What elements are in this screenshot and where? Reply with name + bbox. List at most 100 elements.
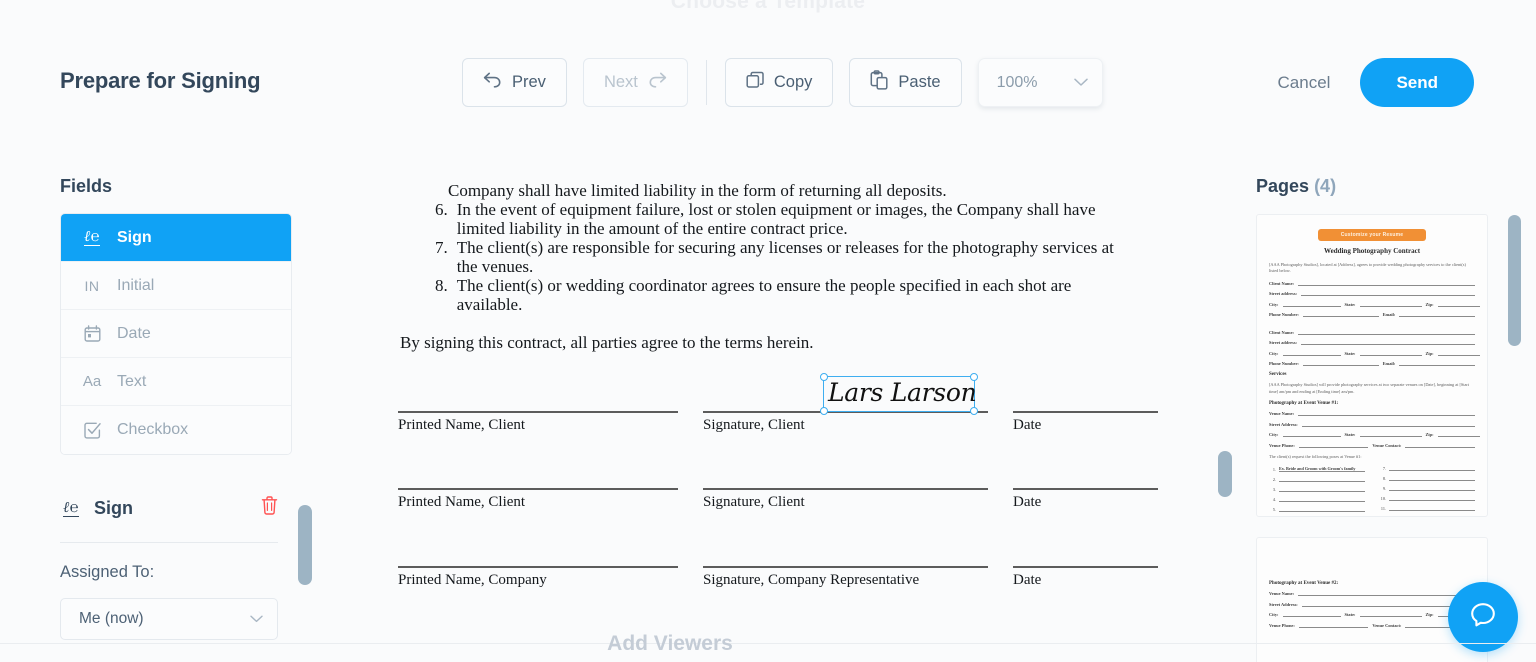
page-thumbnail-1[interactable]: Customize your Resume Wedding Photograph… [1256,214,1488,517]
thumb-field-rule [1301,425,1475,427]
field-item-text[interactable]: Aa Text [61,358,291,406]
thumb-venue-heading: Photography at Event Venue #1: [1269,401,1339,407]
paste-button[interactable]: Paste [849,58,962,107]
thumb-poses-grid: 1. Ex. Bride and Groom with Groom's famil… [1269,466,1475,516]
pose-number: 1. [1272,467,1276,473]
pose-number: 2. [1272,477,1276,483]
next-button[interactable]: Next [582,58,688,107]
resize-handle-top-right[interactable] [970,373,978,381]
pose-row: 9. [1379,486,1475,492]
thumb-field-label: State: [1344,350,1356,356]
thumb-field-label: Venue Phone: [1269,622,1295,628]
signature-rule [398,566,678,568]
pose-number: 4. [1272,497,1276,503]
paste-icon [870,70,889,95]
thumb-field-label: City: [1269,432,1279,438]
date-caption: Date [1013,572,1042,588]
divider [60,542,278,543]
signature-rule [1013,566,1158,568]
thumb-field-rule [1298,415,1475,417]
thumb-field-row: City: State: Zip: [1269,301,1480,307]
next-label: Next [603,73,638,91]
thumb2-venue-heading: Photography at Event Venue #2: [1269,581,1339,586]
thumb-field-label: Zip: [1425,432,1434,438]
thumb-field-label: State: [1344,301,1356,307]
thumb-field-rule [1302,365,1379,367]
placed-signature-field[interactable]: Lars Larson [820,373,978,415]
resize-handle-bottom-left[interactable] [820,407,828,415]
pose-number: 11. [1380,506,1386,512]
signature-caption: Signature, Client [703,417,805,433]
resize-handle-top-left[interactable] [820,373,828,381]
fields-panel: Fields ℓ℮ Sign IN Initial Date Aa Text C… [60,176,292,455]
thumb-field-label: City: [1269,612,1279,617]
cancel-button[interactable]: Cancel [1274,67,1335,99]
chat-bubble-icon [1466,598,1500,637]
field-item-sign[interactable]: ℓ℮ Sign [61,214,291,262]
trash-icon[interactable] [261,496,278,520]
signature-cell: Signature, Client [703,488,988,511]
prev-button[interactable]: Prev [462,58,567,107]
field-item-label: Date [117,324,151,342]
fields-panel-scrollbar[interactable] [298,505,312,585]
field-item-label: Text [117,372,147,390]
term-number: 6. [435,200,448,219]
signature-caption: Signature, Client [703,494,805,510]
field-item-initial[interactable]: IN Initial [61,262,291,310]
toolbar-right-group: Cancel Send [1274,58,1474,107]
thumb-field-label: Street Address: [1269,601,1298,607]
help-chat-button[interactable] [1448,582,1518,652]
thumb-field-row: Phone Number: Email: [1269,361,1476,367]
thumb-field-label: State: [1344,612,1356,617]
pose-number: 10. [1380,496,1386,502]
printed-name-cell: Printed Name, Company [398,566,678,589]
thumb-field-row: Venue Name: [1269,591,1475,596]
zoom-level-select[interactable]: 100% [977,58,1103,107]
document-scrollbar[interactable] [1218,451,1232,497]
send-button[interactable]: Send [1360,58,1474,107]
term-text: The client(s) or wedding coordinator agr… [456,276,1072,315]
signature-cell: Signature, Client [703,411,988,434]
checkbox-icon [81,422,103,439]
field-item-checkbox[interactable]: Checkbox [61,406,291,454]
signature-icon: ℓ℮ [84,227,100,246]
field-properties-title-group: ℓ℮ Sign [60,498,133,519]
field-item-label: Sign [117,228,152,246]
fields-list: ℓ℮ Sign IN Initial Date Aa Text Checkbox [60,213,292,455]
assignee-value: Me (now) [79,610,144,627]
thumb-field-label: Phone Number: [1269,312,1299,318]
thumb-field-label: Client Name: [1269,329,1294,335]
pages-panel-scrollbar[interactable] [1508,215,1521,346]
thumb-field-label: Venue Contact: [1372,442,1402,448]
pages-count: (4) [1314,176,1337,196]
resize-handle-bottom-right[interactable] [970,407,978,415]
thumb-field-label: Zip: [1425,350,1434,356]
pose-row: 7. [1379,466,1475,472]
signature-rule [398,411,678,413]
date-cell: Date [1013,488,1158,511]
field-item-date[interactable]: Date [61,310,291,358]
signature-rule [1013,488,1158,490]
thumb-field-label: Zip: [1425,301,1434,307]
printed-name-cell: Printed Name, Client [398,488,678,511]
pages-label: Pages [1256,176,1310,196]
thumb-poses-col-left: 1. Ex. Bride and Groom with Groom's famil… [1269,466,1365,516]
copy-button[interactable]: Copy [724,58,834,107]
thumb-field-rule [1359,354,1422,356]
thumb-field-label: Client Name: [1269,280,1294,286]
thumb-field-rule [1282,436,1341,438]
thumb-services-text: [AAA Photography Studios] will provide p… [1269,382,1470,394]
toolbar-center-group: Prev Next Copy Paste 100% [462,58,1103,107]
thumb-field-rule [1282,305,1341,307]
field-properties-header: ℓ℮ Sign [60,496,278,520]
printed-name-cell: Printed Name, Client [398,411,678,434]
document-canvas[interactable]: Company shall have limited liability in … [340,166,1200,618]
thumb-field-rule [1399,316,1476,318]
thumb-field-rule [1282,616,1341,617]
pose-rule [1389,490,1475,492]
thumb-field-row: City: State: Zip: [1269,350,1480,356]
pose-rule [1279,481,1365,483]
printed-name-caption: Printed Name, Client [398,417,526,433]
thumb-field-rule [1298,284,1475,286]
